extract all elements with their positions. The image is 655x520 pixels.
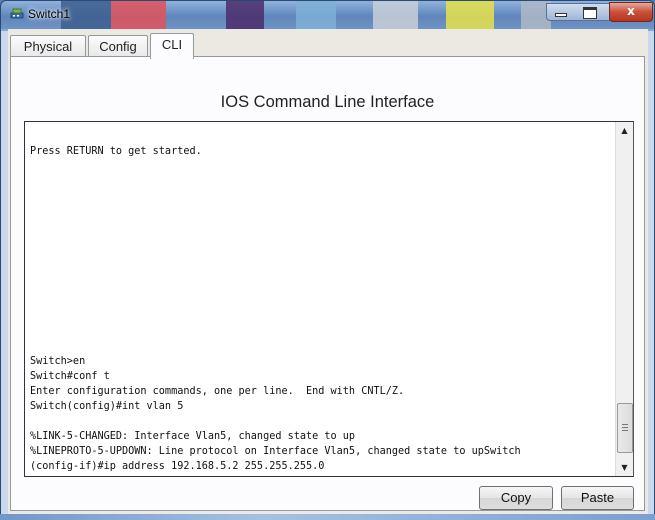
minimize-icon[interactable] — [555, 13, 567, 17]
terminal-line: %LINEPROTO-5-UPDOWN: Line protocol on In… — [30, 446, 521, 457]
title-bar[interactable]: Switch1 x — [1, 1, 654, 29]
window-title: Switch1 — [28, 7, 71, 21]
close-button[interactable]: x — [609, 2, 653, 22]
terminal-line: Switch>en — [30, 356, 86, 367]
maximize-icon[interactable] — [583, 7, 597, 19]
tab-cli[interactable]: CLI — [150, 33, 194, 59]
paste-button[interactable]: Paste — [561, 486, 634, 510]
terminal-line: Press RETURN to get started. — [30, 146, 202, 157]
client-area: Physical Config CLI IOS Command Line Int… — [8, 29, 648, 515]
terminal-line: %LINK-5-CHANGED: Interface Vlan5, change… — [30, 431, 356, 442]
terminal-line: Switch(config)#int vlan 5 — [30, 401, 184, 412]
terminal-line: Enter configuration commands, one per li… — [30, 386, 405, 397]
scroll-up-arrow-icon[interactable]: ▲ — [616, 122, 633, 139]
terminal-line: Switch#conf t — [30, 371, 110, 382]
terminal-console[interactable]: Press RETURN to get started. Switch>en Swi… — [24, 121, 634, 477]
tab-config[interactable]: Config — [88, 35, 148, 57]
cli-window: Switch1 x Physical Config CLI IOS Comman… — [0, 0, 655, 520]
copy-button[interactable]: Copy — [479, 486, 553, 510]
switch-device-icon — [10, 8, 24, 19]
scroll-thumb[interactable] — [617, 403, 633, 453]
scroll-down-arrow-icon[interactable]: ▼ — [616, 459, 633, 476]
desktop-strip — [0, 514, 655, 520]
terminal-line: (config-if)#ip address 192.168.5.2 255.2… — [30, 461, 325, 472]
tab-physical[interactable]: Physical — [10, 35, 86, 57]
cli-panel: IOS Command Line Interface Press RETURN … — [10, 56, 645, 511]
window-controls — [546, 3, 610, 21]
panel-title: IOS Command Line Interface — [220, 93, 435, 111]
vertical-scrollbar[interactable]: ▲ ▼ — [615, 122, 633, 476]
